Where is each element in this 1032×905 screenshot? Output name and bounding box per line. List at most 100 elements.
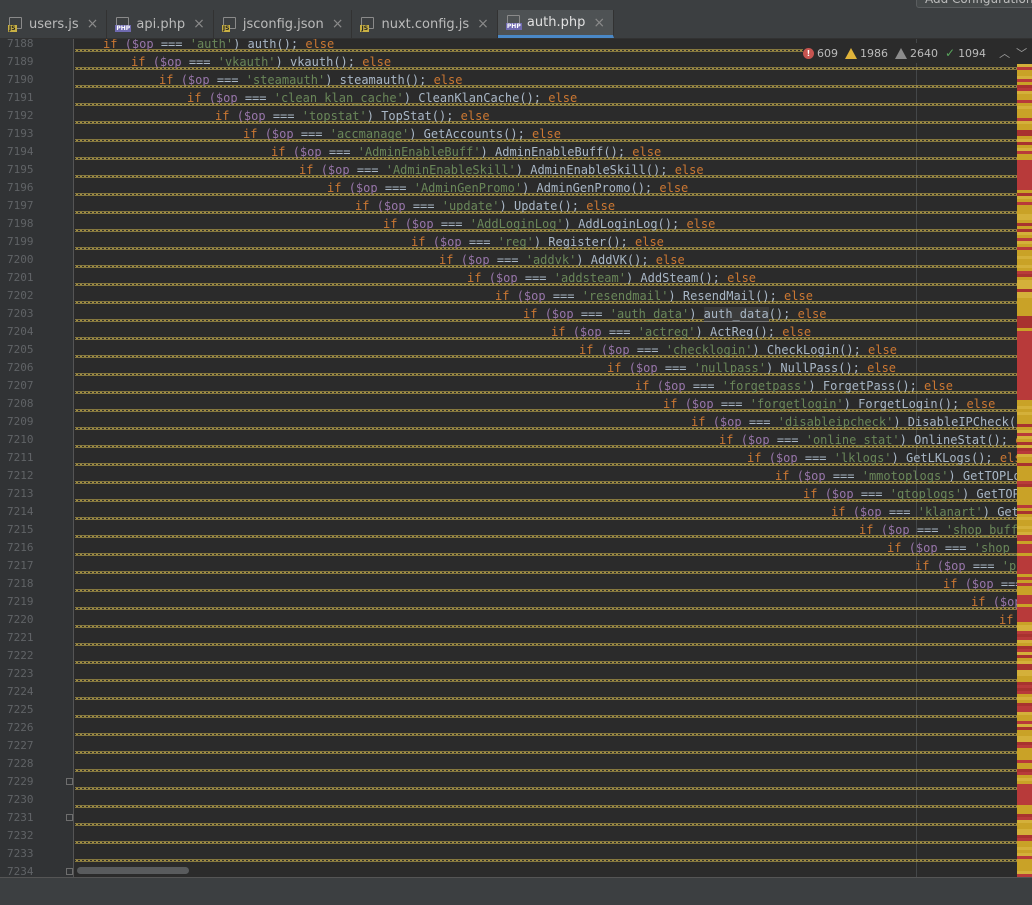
code-line[interactable]: if ($op === 'resendmail') ResendMail(); … [75,287,1017,305]
code-line[interactable]: if ($op === 'online_stat') OnlineStat();… [75,431,1017,449]
code-line[interactable]: if ($op === 'addvk') AddVK(); else [75,251,1017,269]
code-line[interactable]: if ($op === 'mmotoplogs') GetTOPLogs(); … [75,467,1017,485]
code-line[interactable]: if ($op === 'topstat') TopStat(); else [75,107,1017,125]
code-line[interactable]: if ($op === 'auth_data') auth_data(); el… [75,305,1017,323]
code-line[interactable]: if ($op === 'AddLoginLog') AddLoginLog()… [75,215,1017,233]
code-line[interactable]: if ($op === 'update') Update(); else [75,197,1017,215]
typos-indicator[interactable]: ✓ 1094 [945,46,986,60]
code-token-op: === [937,541,974,555]
code-line[interactable] [75,845,1017,863]
line-number-gutter[interactable]: 7188 7189 7190 7191 7192 7193 7194 7195 7196 7197… [0,39,74,877]
close-icon[interactable]: × [193,16,205,32]
line-number: 7188 [7,39,34,50]
code-line[interactable]: if [75,611,1017,629]
line-number: 7232 [7,829,34,842]
code-line[interactable]: if ($op === 'klanart') GetKlanArt(); els… [75,503,1017,521]
run-configuration-button[interactable]: Add Configuration... [916,0,1032,8]
code-token-var: ($op [236,109,266,123]
code-line[interactable]: if ($op === 'shop_buff') ShopBuff(); els… [75,521,1017,539]
code-line[interactable]: if ($op === 'forgetpass') ForgetPass(); … [75,377,1017,395]
code-line[interactable]: if ($op === 'AdminGenPromo') AdminGenPro… [75,179,1017,197]
horizontal-scrollbar[interactable] [75,866,1015,876]
code-line[interactable]: if ($op === 'clean_klan_cache') CleanKla… [75,89,1017,107]
error-stripe[interactable] [1017,64,1032,877]
code-token-var: ($op [376,199,406,213]
close-icon[interactable]: × [332,16,344,32]
code-line[interactable]: if ($op === 'disableipcheck') DisableIPC… [75,413,1017,431]
fold-marker-icon[interactable] [66,778,73,785]
tab-nuxt-config-js[interactable]: JS nuxt.config.js × [352,10,498,38]
code-line[interactable]: if ($op [75,593,1017,611]
code-token-str: 'klanart' [917,505,983,519]
line-number: 7225 [7,703,34,716]
code-line[interactable]: if ($op === 'nullpass') NullPass(); else [75,359,1017,377]
code-line[interactable] [75,809,1017,827]
code-line[interactable]: if ($op === 'addsteam') AddSteam(); else [75,269,1017,287]
tab-users-js[interactable]: JS users.js × [0,10,108,38]
code-line[interactable]: if ($op === 'qtoplogs') GetTOPLogs(); el… [75,485,1017,503]
code-token-var: ($op [264,127,294,141]
errors-indicator[interactable]: ! 609 [803,47,838,60]
code-line[interactable]: if ($op === 'AdminEnableBuff') AdminEnab… [75,143,1017,161]
chevron-up-icon[interactable]: ︿ [999,45,1010,61]
code-line[interactable] [75,791,1017,809]
warning-underline [75,589,1017,592]
code-line[interactable] [75,827,1017,845]
code-token-var: ($op [964,577,994,591]
tab-jsconfig-json[interactable]: JS jsconfig.json × [214,10,353,38]
code-token-var: ($op [404,217,434,231]
code-line[interactable]: if ($op === 'checklogin') CheckLogin(); … [75,341,1017,359]
weak-warnings-indicator[interactable]: 2640 [895,47,938,60]
code-line[interactable] [75,647,1017,665]
fold-marker-icon[interactable] [66,868,73,875]
code-line[interactable] [75,629,1017,647]
line-number: 7233 [7,847,34,860]
close-icon[interactable]: × [87,16,99,32]
code-token-call: ) NullPass(); [765,361,860,375]
tab-api-php[interactable]: PHP api.php × [107,10,214,38]
tab-label: auth.php [526,15,586,30]
line-number: 7218 [7,577,34,590]
inspection-widget[interactable]: ! 609 1986 2640 ✓ 1094 ︿ ﹀ [803,43,1031,63]
code-line[interactable] [75,683,1017,701]
code-token-str: 'addvk' [525,253,577,267]
code-line[interactable]: if ($op === 'shop_s') Shop(); else [75,539,1017,557]
code-line[interactable]: if ($op === ''); else [75,575,1017,593]
tab-auth-php[interactable]: PHP auth.php × [497,10,615,38]
code-token-str: 'auth' [189,39,234,51]
code-line[interactable]: if ($op === 'AdminEnableSkill') AdminEna… [75,161,1017,179]
close-icon[interactable]: × [593,15,605,31]
scrollbar-thumb[interactable] [77,867,189,874]
code-token-var: ($op [544,307,574,321]
code-line[interactable] [75,701,1017,719]
line-number: 7213 [7,487,34,500]
code-token-kw: if [663,397,678,411]
code-token-kw: if [971,595,986,609]
close-icon[interactable]: × [477,16,489,32]
code-line[interactable] [75,755,1017,773]
warning-underline [75,859,1017,862]
warnings-indicator[interactable]: 1986 [845,47,888,60]
code-token-kw: if [271,145,286,159]
fold-marker-icon[interactable] [66,814,73,821]
code-line[interactable]: if ($op === 'steamauth') steamauth(); el… [75,71,1017,89]
code-line[interactable] [75,665,1017,683]
code-line[interactable]: if ($op === 'actreg') ActReg(); else [75,323,1017,341]
code-line[interactable] [75,719,1017,737]
code-line[interactable] [75,773,1017,791]
code-line[interactable]: if ($op === 'accmanage') GetAccounts(); … [75,125,1017,143]
code-line[interactable]: if ($op === 'p') P(); else [75,557,1017,575]
code-line[interactable] [75,737,1017,755]
line-number: 7189 [7,55,34,68]
code-line[interactable]: if ($op === 'reg') Register(); else [75,233,1017,251]
code-token-kw: if [775,469,790,483]
warning-underline [75,751,1017,754]
chevron-down-icon[interactable]: ﹀ [1016,45,1027,61]
code-line[interactable]: if ($op === 'lklogs') GetLKLogs(); else [75,449,1017,467]
code-token-var: ($op [796,469,826,483]
code-editor[interactable]: if ($op === 'auth') auth(); else if ($op … [75,39,1017,877]
code-line[interactable]: if ($op === 'forgetlogin') ForgetLogin()… [75,395,1017,413]
